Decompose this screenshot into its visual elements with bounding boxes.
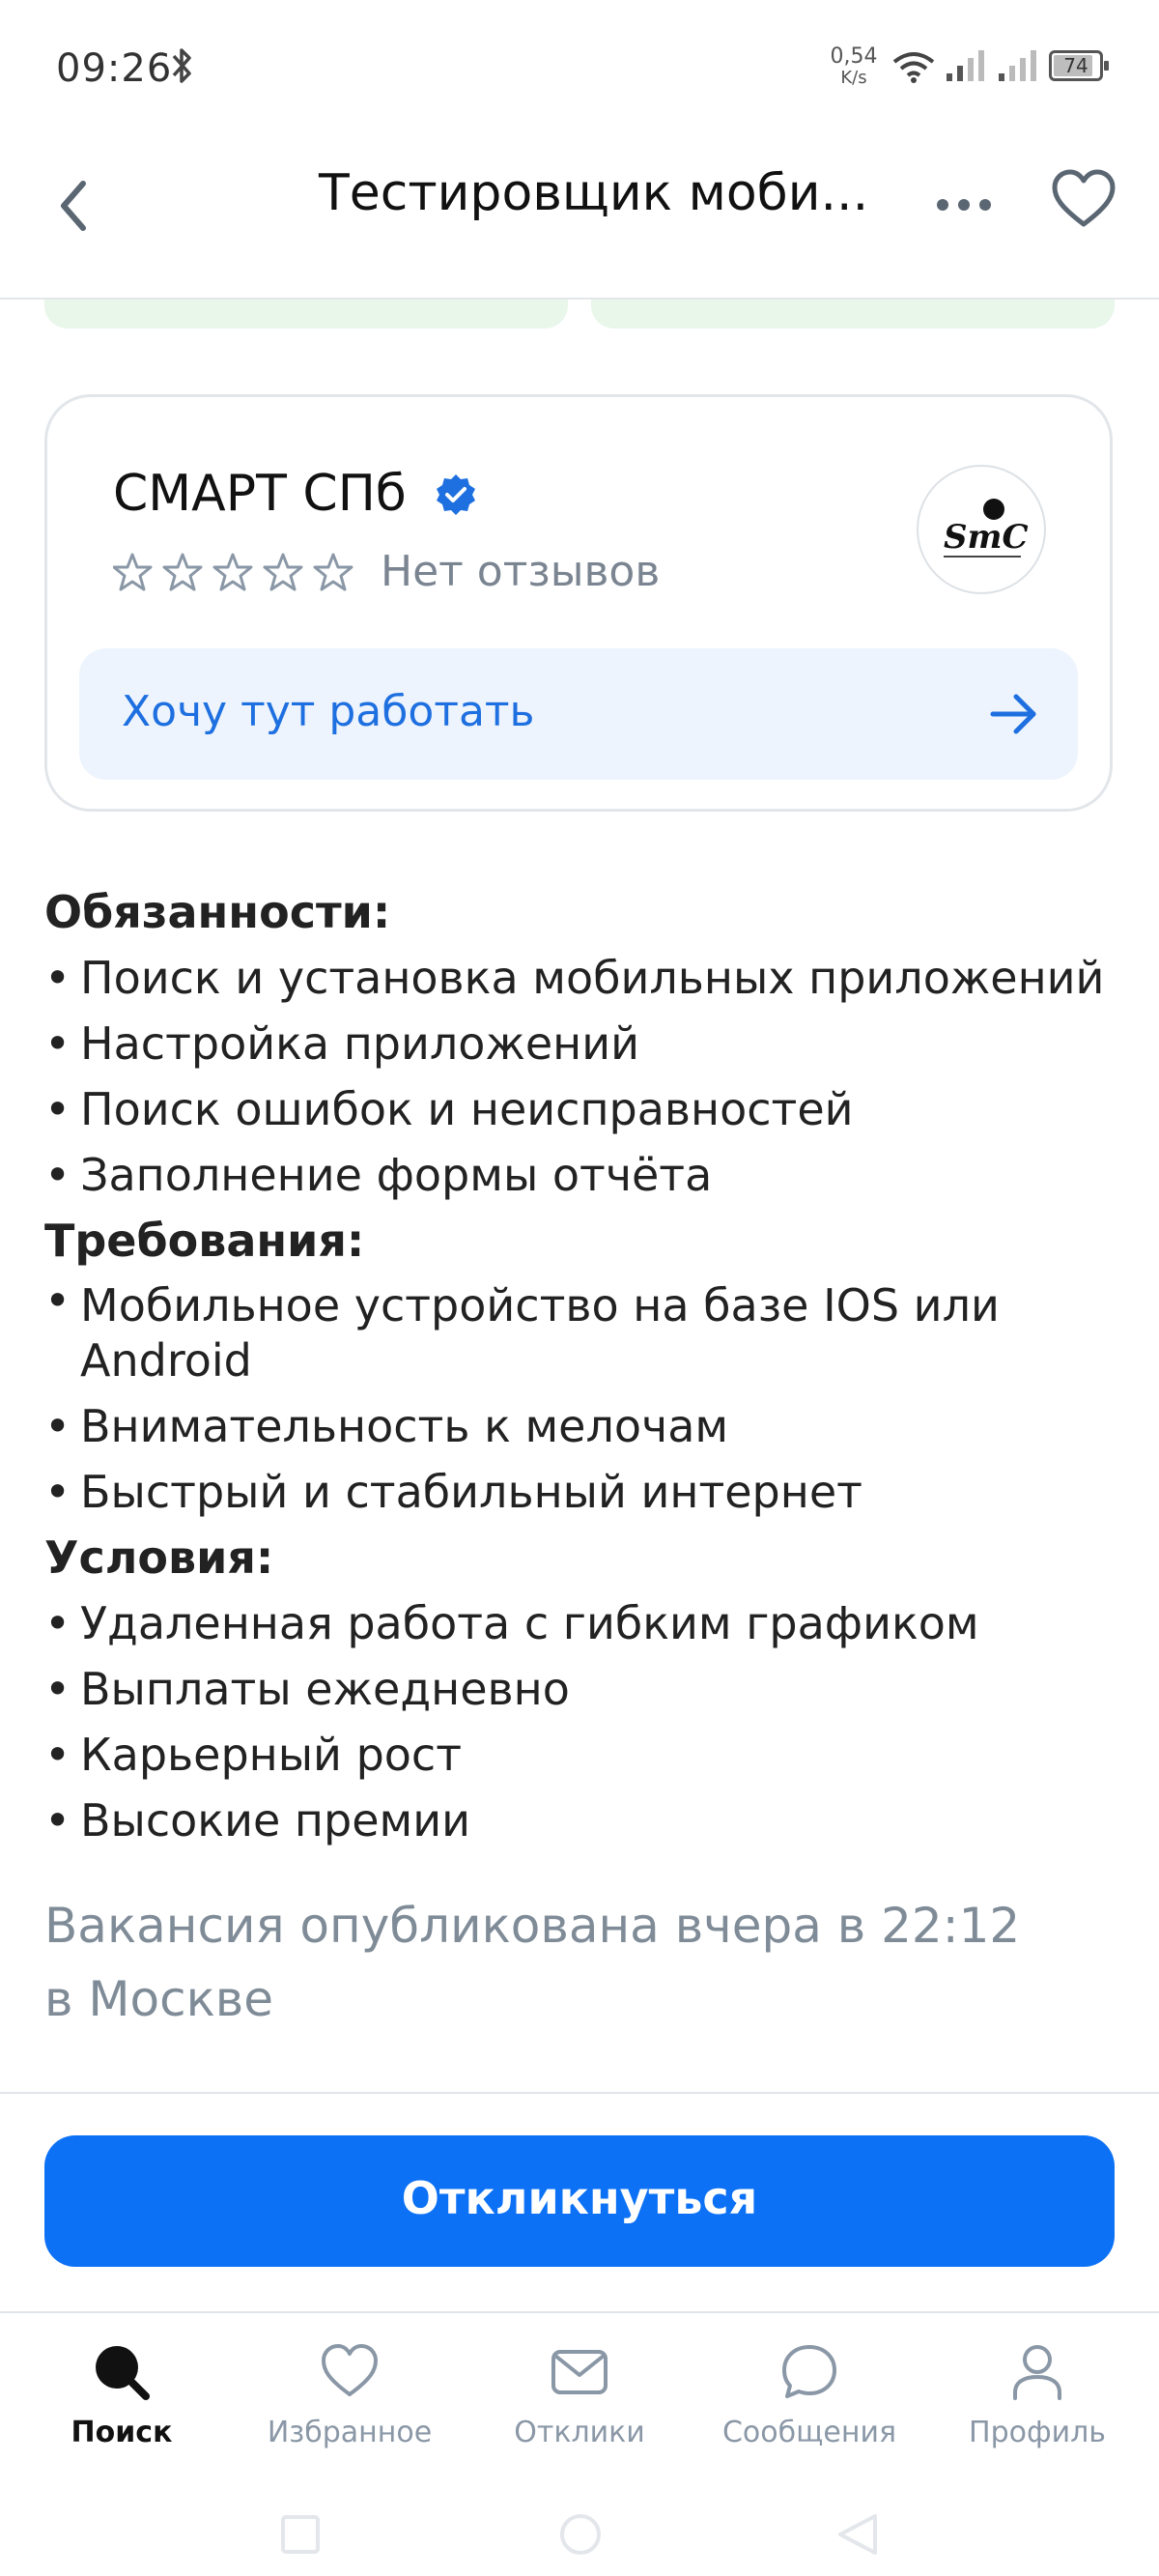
- list-item: Мобильное устройство на базе IOS или And…: [44, 1274, 1117, 1393]
- recent-apps-icon[interactable]: [280, 2514, 321, 2555]
- nav-item-responses[interactable]: Отклики: [464, 2336, 695, 2462]
- network-speed: 0,54 K/s: [829, 46, 879, 89]
- list-item: Высокие премии: [44, 1788, 1117, 1853]
- list-item: Поиск ошибок и неисправностей: [44, 1076, 1117, 1142]
- nav-label-search: Поиск: [71, 2416, 173, 2449]
- nav-item-search[interactable]: Поиск: [6, 2336, 238, 2462]
- list-item: Внимательность к мелочам: [44, 1393, 1117, 1459]
- list-item: Карьерный рост: [44, 1722, 1117, 1788]
- bluetooth-icon: [172, 48, 191, 83]
- published-location: в Москве: [44, 1971, 274, 2027]
- back-icon[interactable]: [54, 172, 93, 240]
- status-bar: 09:26 0,54 K/s 74: [0, 0, 1159, 135]
- section-title-requirements: Требования:: [44, 1215, 365, 1267]
- page-title: Тестировщик моби...: [319, 164, 869, 222]
- list-item: Удаленная работа с гибким графиком: [44, 1590, 1117, 1656]
- company-name[interactable]: СМАРТ СПб: [113, 465, 407, 523]
- battery-level: 74: [1063, 54, 1088, 77]
- list-item: Заполнение формы отчёта: [44, 1142, 1117, 1208]
- status-time: 09:26: [56, 46, 173, 91]
- mail-icon: [551, 2350, 608, 2394]
- nav-label-favorites: Избранное: [267, 2416, 433, 2449]
- heart-icon: [322, 2344, 378, 2396]
- system-navigation-bar: [0, 2474, 1159, 2576]
- reviews-text[interactable]: Нет отзывов: [381, 547, 660, 596]
- back-nav-icon[interactable]: [836, 2512, 879, 2557]
- section-title-conditions: Условия:: [44, 1531, 274, 1584]
- work-here-label: Хочу тут работать: [122, 687, 535, 736]
- nav-label-messages: Сообщения: [721, 2416, 897, 2449]
- divider: [0, 2092, 1159, 2094]
- signal-icon: [947, 50, 984, 81]
- home-icon[interactable]: [558, 2512, 603, 2557]
- search-icon: [96, 2346, 150, 2400]
- more-options-icon[interactable]: [933, 193, 995, 216]
- verified-badge-icon: [437, 474, 475, 515]
- nav-item-favorites[interactable]: Избранное: [234, 2336, 466, 2462]
- network-speed-value: 0,54: [830, 44, 878, 69]
- list-item: Быстрый и стабильный интернет: [44, 1459, 1117, 1525]
- reply-button[interactable]: Откликнуться: [44, 2135, 1115, 2267]
- nav-label-profile: Профиль: [969, 2416, 1106, 2449]
- company-card[interactable]: СМАРТ СПб Нет отзывов SmC Хочу тут работ…: [44, 394, 1113, 812]
- top-app-bar: Тестировщик моби...: [0, 135, 1159, 300]
- chip-remnant-right: [591, 300, 1115, 329]
- wifi-icon: [892, 52, 935, 83]
- section-title-duties: Обязанности:: [44, 886, 391, 938]
- company-logo[interactable]: SmC: [917, 465, 1046, 594]
- nav-label-responses: Отклики: [514, 2416, 645, 2449]
- rating-stars: [113, 553, 353, 591]
- published-date: Вакансия опубликована вчера в 22:12: [44, 1898, 1021, 1954]
- battery-icon: 74: [1049, 50, 1109, 81]
- arrow-right-icon: [990, 694, 1036, 734]
- company-logo-image: SmC: [944, 499, 1029, 558]
- published-info: Вакансия опубликована вчера в 22:12 в Мо…: [44, 1889, 1107, 2036]
- nav-item-messages[interactable]: Сообщения: [693, 2336, 925, 2462]
- signal-2-icon: [999, 50, 1036, 81]
- chip-remnant-left: [44, 300, 568, 329]
- favorite-heart-icon[interactable]: [1051, 168, 1117, 230]
- nav-item-profile[interactable]: Профиль: [921, 2336, 1153, 2462]
- reply-button-label: Откликнуться: [401, 2172, 758, 2224]
- company-logo-text: SmC: [944, 518, 1029, 557]
- network-speed-unit: K/s: [840, 68, 867, 88]
- bottom-navigation: Поиск Избранное Отклики Сообщения Профил…: [0, 2311, 1159, 2468]
- vacancy-description: Обязанности: Поиск и установка мобильных…: [44, 879, 1117, 1853]
- list-item: Выплаты ежедневно: [44, 1656, 1117, 1722]
- work-here-button[interactable]: Хочу тут работать: [79, 648, 1078, 780]
- chat-icon: [782, 2345, 836, 2398]
- profile-icon: [1013, 2345, 1061, 2400]
- list-item: Поиск и установка мобильных приложений: [44, 945, 1117, 1011]
- list-item: Настройка приложений: [44, 1011, 1117, 1076]
